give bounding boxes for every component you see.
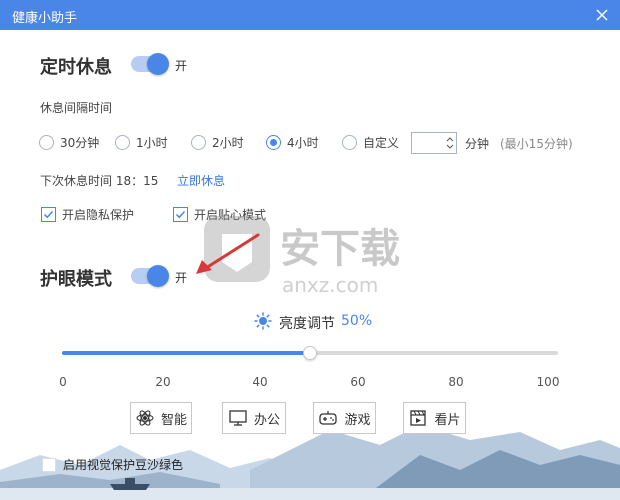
radio-label: 自定义 [363,136,400,150]
mode-label: 办公 [253,412,280,428]
checkbox-box [41,207,56,222]
checkbox-label: 启用视觉保护豆沙绿色 [63,458,184,472]
tick-label: 0 [59,375,67,389]
app-title: 健康小助手 [12,11,78,26]
monitor-icon [229,410,247,426]
gamepad-icon [319,411,338,425]
privacy-checkbox[interactable]: 开启隐私保护 [41,206,134,223]
tick-label: 80 [448,375,464,389]
radio-2hours[interactable]: 2小时 [191,134,244,151]
mode-movie-button[interactable]: 看片 [403,402,466,434]
rest-toggle[interactable] [131,53,169,75]
rest-section-title: 定时休息 [40,57,112,78]
mode-label: 看片 [434,412,461,428]
tick-label: 20 [155,375,171,389]
radio-1hour[interactable]: 1小时 [115,134,168,151]
radio-circle-selected [266,135,281,150]
radio-label: 1小时 [136,136,168,150]
radio-circle [39,135,54,150]
eye-care-toggle[interactable] [131,265,169,287]
minimum-hint: (最小15分钟) [500,137,573,151]
sun-icon [254,312,272,330]
checkbox-label: 开启隐私保护 [62,208,135,222]
radio-circle [342,135,357,150]
custom-minutes-input[interactable] [412,133,446,153]
radio-custom[interactable]: 自定义 [342,134,399,151]
mode-label: 智能 [160,412,187,428]
rest-now-link[interactable]: 立即休息 [177,172,225,189]
custom-minutes-stepper[interactable] [411,132,457,154]
tick-label: 60 [350,375,366,389]
next-rest-time: 下次休息时间 18：15 [40,174,159,188]
green-protection-checkbox[interactable]: 启用视觉保护豆沙绿色 [42,456,183,473]
radio-circle [115,135,130,150]
title-bar: 健康小助手 [0,0,620,30]
atom-icon [136,410,154,426]
annotation-arrow-icon [196,233,260,274]
tick-label: 40 [252,375,268,389]
radio-label: 4小时 [287,136,319,150]
radio-label: 30分钟 [60,136,100,150]
stepper-arrows-icon[interactable] [446,136,454,150]
eye-care-section-title: 护眼模式 [40,269,112,290]
checkmark-icon [43,210,54,219]
watermark-brand: 安下载 [280,226,400,272]
checkmark-icon [175,210,186,219]
mountain-scenery [0,425,620,500]
checkbox-box [42,457,56,472]
checkbox-box [173,207,188,222]
minutes-unit: 分钟 [465,137,490,151]
mode-office-button[interactable]: 办公 [222,402,286,434]
rest-toggle-state: 开 [175,59,188,73]
mode-smart-button[interactable]: 智能 [130,402,192,434]
brightness-slider[interactable] [62,346,558,360]
interval-label: 休息间隔时间 [40,101,113,115]
mode-game-button[interactable]: 游戏 [313,402,376,434]
brightness-value: 50% [341,313,373,329]
close-icon[interactable] [592,5,612,25]
radio-4hours[interactable]: 4小时 [266,134,319,151]
radio-circle [191,135,206,150]
eye-care-toggle-state: 开 [175,271,188,285]
brightness-label: 亮度调节 [279,316,335,332]
slider-fill [62,351,310,355]
watermark-site: anxz.com [282,273,378,297]
radio-30min[interactable]: 30分钟 [39,134,99,151]
radio-label: 2小时 [212,136,244,150]
tick-label: 100 [536,375,560,389]
mode-label: 游戏 [344,412,371,428]
slider-thumb[interactable] [303,346,317,360]
film-icon [410,410,427,426]
